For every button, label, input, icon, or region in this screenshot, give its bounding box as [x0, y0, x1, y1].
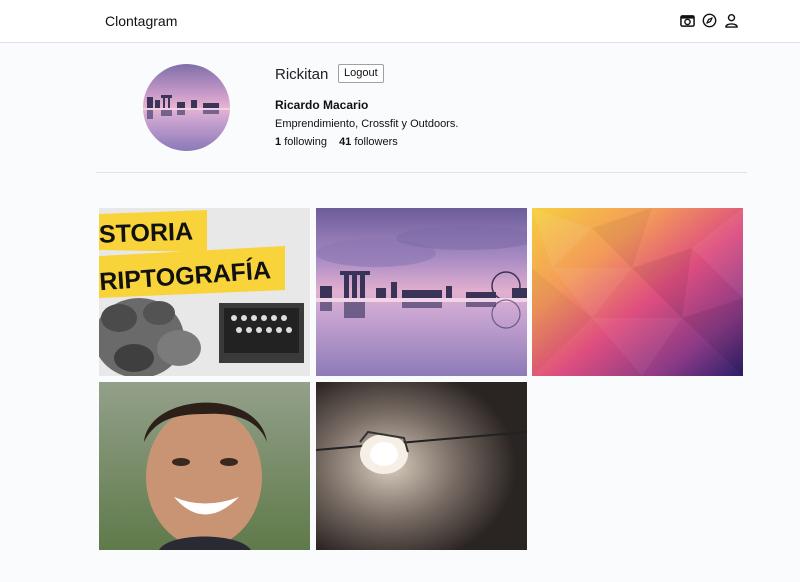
- following-stat[interactable]: 1 following: [275, 136, 327, 148]
- profile-username: Rickitan: [275, 66, 329, 83]
- profile-bio: Emprendimiento, Crossfit y Outdoors.: [275, 118, 459, 130]
- profile-header: Rickitan Logout Ricardo Macario Emprendi…: [0, 43, 800, 173]
- followers-label: followers: [354, 136, 398, 148]
- following-count: 1: [275, 136, 282, 148]
- post-low-poly-gradient[interactable]: [532, 208, 743, 376]
- compass-icon[interactable]: [702, 13, 717, 28]
- followers-count: 41: [339, 136, 352, 148]
- user-icon[interactable]: [724, 13, 739, 28]
- profile-stats: 1 following 41 followers: [275, 136, 407, 148]
- camera-icon[interactable]: [680, 13, 695, 28]
- post-portrait-smiling-man[interactable]: [99, 382, 310, 550]
- nav-icons: [680, 13, 739, 28]
- followers-stat[interactable]: 41 followers: [339, 136, 398, 148]
- profile-full-name: Ricardo Macario: [275, 98, 369, 112]
- section-divider: [96, 172, 747, 173]
- top-navbar: Clontagram: [0, 0, 800, 43]
- post-spotlight-lamp[interactable]: [316, 382, 527, 550]
- post-city-skyline[interactable]: [316, 208, 527, 376]
- posts-grid: STORIA RIPTOGRAFÍA: [99, 208, 743, 550]
- post-historia-criptografia[interactable]: STORIA RIPTOGRAFÍA: [99, 208, 310, 376]
- brand-logo[interactable]: Clontagram: [105, 13, 177, 29]
- logout-button[interactable]: Logout: [338, 64, 384, 83]
- following-label: following: [284, 136, 327, 148]
- post-banner-line1: STORIA: [99, 217, 193, 248]
- avatar[interactable]: [143, 64, 230, 151]
